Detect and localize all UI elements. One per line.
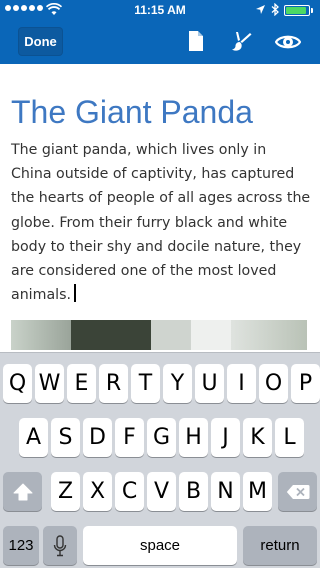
key-q[interactable]: Q [3,364,32,403]
document-icon[interactable] [187,30,205,52]
key-p[interactable]: P [291,364,320,403]
text-cursor [74,284,76,303]
document-body[interactable]: The giant panda, which lives only in Chi… [11,138,311,307]
key-s[interactable]: S [51,418,80,457]
backspace-icon [286,484,309,499]
key-l[interactable]: L [275,418,304,457]
shift-key[interactable] [3,472,42,511]
key-w[interactable]: W [35,364,64,403]
key-u[interactable]: U [195,364,224,403]
numbers-key[interactable]: 123 [3,526,39,565]
key-x[interactable]: X [83,472,112,511]
key-n[interactable]: N [211,472,240,511]
done-button[interactable]: Done [18,27,63,56]
key-i[interactable]: I [227,364,256,403]
key-f[interactable]: F [115,418,144,457]
key-t[interactable]: T [131,364,160,403]
document-canvas[interactable]: The Giant Panda The giant panda, which l… [0,64,320,350]
key-a[interactable]: A [19,418,48,457]
location-arrow-icon [256,5,265,14]
key-k[interactable]: K [243,418,272,457]
key-m[interactable]: M [243,472,272,511]
microphone-icon [53,534,67,556]
key-v[interactable]: V [147,472,176,511]
key-o[interactable]: O [259,364,288,403]
key-c[interactable]: C [115,472,144,511]
battery-icon [284,5,310,16]
brush-icon[interactable] [229,30,253,54]
toolbar: Done [0,20,320,64]
space-key[interactable]: space [83,526,237,565]
shift-icon [13,483,32,500]
key-j[interactable]: J [211,418,240,457]
status-bar: 11:15 AM [0,0,320,20]
panda-image[interactable] [11,320,307,350]
key-g[interactable]: G [147,418,176,457]
key-z[interactable]: Z [51,472,80,511]
document-title[interactable]: The Giant Panda [11,94,253,131]
keyboard: Q W E R T Y U I O P A S D F G H J K L Z … [0,352,320,568]
key-d[interactable]: D [83,418,112,457]
key-y[interactable]: Y [163,364,192,403]
dictation-key[interactable] [43,526,77,565]
document-body-text: The giant panda, which lives only in Chi… [11,142,311,304]
backspace-key[interactable] [278,472,317,511]
eye-icon[interactable] [275,30,301,54]
key-r[interactable]: R [99,364,128,403]
key-h[interactable]: H [179,418,208,457]
key-e[interactable]: E [67,364,96,403]
return-key[interactable]: return [243,526,317,565]
bluetooth-icon [271,3,279,16]
key-b[interactable]: B [179,472,208,511]
battery-tip [311,8,313,13]
